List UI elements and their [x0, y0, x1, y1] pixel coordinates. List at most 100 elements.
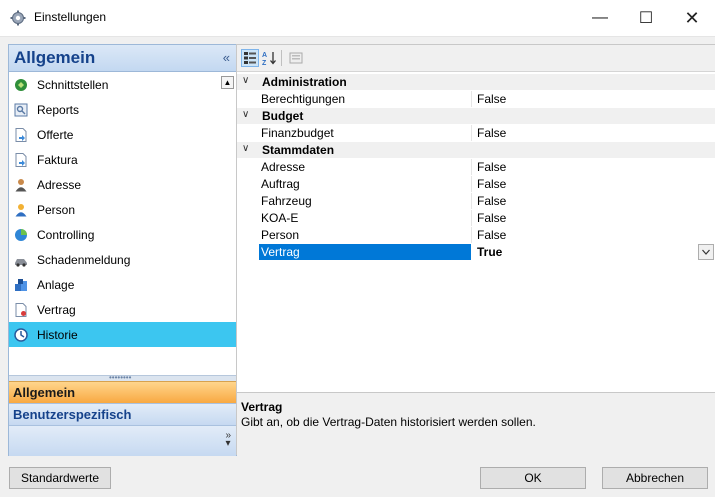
sidebar-item-label: Offerte	[37, 127, 74, 142]
property-name: KOA-E	[261, 211, 299, 225]
collapse-button[interactable]: «	[223, 50, 230, 65]
description-title: Vertrag	[241, 400, 283, 414]
sidebar-item-label: Anlage	[37, 277, 75, 292]
svg-text:A: A	[262, 52, 267, 59]
category-label: Administration	[262, 75, 347, 89]
chevron-down-icon[interactable]: ∨	[242, 109, 249, 120]
sidebar-item-label: Person	[37, 202, 76, 217]
property-name: Auftrag	[261, 177, 300, 191]
property-value[interactable]: False	[477, 211, 506, 225]
nav-item-list: Schnittstellen Reports Offerte Faktura A…	[9, 72, 236, 375]
gear-icon	[10, 10, 26, 26]
column-divider	[471, 91, 472, 107]
sidebar-item-reports[interactable]: Reports	[9, 97, 236, 122]
property-row-koa-e[interactable]: KOA-E False	[237, 210, 715, 226]
nav-footer: » ▾	[9, 425, 236, 456]
sidebar-item-schadenmeldung[interactable]: Schadenmeldung	[9, 247, 236, 272]
sidebar-item-label: Vertrag	[37, 302, 76, 317]
sidebar-item-label: Schnittstellen	[37, 77, 109, 92]
history-icon	[14, 327, 28, 342]
property-name: Berechtigungen	[261, 92, 346, 106]
asset-icon	[14, 278, 28, 292]
scroll-up-button[interactable]: ▲	[221, 76, 234, 89]
nav-button-benutzerspezifisch[interactable]: Benutzerspezifisch	[9, 403, 236, 425]
column-divider	[471, 210, 472, 226]
sidebar-item-controlling[interactable]: Controlling	[9, 222, 236, 247]
property-value[interactable]: False	[477, 92, 506, 106]
sidebar-item-label: Faktura	[37, 152, 78, 167]
category-label: Budget	[262, 109, 304, 123]
defaults-button[interactable]: Standardwerte	[9, 467, 111, 489]
property-value[interactable]: False	[477, 126, 506, 140]
category-budget[interactable]: ∨ Budget	[237, 108, 715, 124]
property-row-person[interactable]: Person False	[237, 227, 715, 243]
category-stammdaten[interactable]: ∨ Stammdaten	[237, 142, 715, 158]
sidebar-item-person[interactable]: Person	[9, 197, 236, 222]
column-divider	[471, 159, 472, 175]
property-row-berechtigungen[interactable]: Berechtigungen False	[237, 91, 715, 107]
property-name: Adresse	[261, 160, 306, 174]
category-label: Stammdaten	[262, 143, 335, 157]
categorized-view-icon[interactable]	[241, 49, 259, 67]
window-title: Einstellungen	[34, 10, 107, 24]
sidebar-item-label: Historie	[37, 327, 78, 342]
column-divider	[471, 125, 472, 141]
property-grid: ∨ Administration Berechtigungen False ∨ …	[237, 72, 715, 392]
sidebar-item-label: Adresse	[37, 177, 82, 192]
property-row-vertrag[interactable]: Vertrag True	[237, 244, 715, 260]
property-value[interactable]: False	[477, 194, 506, 208]
nav-button-allgemein[interactable]: Allgemein	[9, 381, 236, 403]
toolbar-separator	[281, 50, 282, 66]
property-row-fahrzeug[interactable]: Fahrzeug False	[237, 193, 715, 209]
sidebar-item-anlage[interactable]: Anlage	[9, 272, 236, 297]
property-name: Finanzbudget	[261, 126, 334, 140]
sidebar-item-schnittstellen[interactable]: Schnittstellen	[9, 72, 236, 97]
controlling-icon	[14, 228, 28, 242]
damage-icon	[14, 253, 28, 267]
property-row-auftrag[interactable]: Auftrag False	[237, 176, 715, 192]
dropdown-button[interactable]	[698, 244, 714, 260]
property-name: Person	[261, 228, 300, 242]
sidebar-item-label: Reports	[37, 102, 80, 117]
chevron-down-icon[interactable]: ∨	[242, 75, 249, 86]
property-grid-pane: AZ ∨ Administration Berechtigungen False…	[236, 44, 715, 456]
sidebar-item-label: Controlling	[37, 227, 95, 242]
sidebar-item-vertrag[interactable]: Vertrag	[9, 297, 236, 322]
report-icon	[14, 103, 28, 117]
property-name: Fahrzeug	[261, 194, 312, 208]
column-divider	[471, 176, 472, 192]
property-value[interactable]: False	[477, 160, 506, 174]
column-divider	[471, 227, 472, 243]
sidebar-item-adresse[interactable]: Adresse	[9, 172, 236, 197]
navigation-pane: Allgemein « Schnittstellen Reports Offer…	[8, 44, 237, 456]
description-panel: Vertrag Gibt an, ob die Vertrag-Daten hi…	[237, 392, 715, 456]
property-name: Vertrag	[261, 245, 300, 259]
contract-icon	[14, 302, 28, 317]
property-grid-toolbar: AZ	[237, 45, 715, 72]
sidebar-item-offerte[interactable]: Offerte	[9, 122, 236, 147]
property-value[interactable]: False	[477, 228, 506, 242]
address-icon	[14, 178, 28, 192]
close-button[interactable]: ✕	[670, 0, 714, 36]
sort-alphabetical-icon[interactable]: AZ	[261, 49, 279, 67]
ok-button[interactable]: OK	[480, 467, 586, 489]
sidebar-item-faktura[interactable]: Faktura	[9, 147, 236, 172]
category-administration[interactable]: ∨ Administration	[237, 74, 715, 90]
svg-text:Z: Z	[262, 60, 267, 66]
maximize-button[interactable]: ☐	[624, 0, 668, 36]
property-pages-icon[interactable]	[287, 49, 305, 67]
configure-buttons-icon[interactable]: » ▾	[225, 431, 231, 449]
property-value[interactable]: True	[477, 245, 502, 259]
person-icon	[14, 203, 28, 217]
column-divider	[471, 193, 472, 209]
minimize-button[interactable]: —	[578, 0, 622, 36]
chevron-down-icon[interactable]: ∨	[242, 143, 249, 154]
title-bar: Einstellungen — ☐ ✕	[0, 0, 715, 37]
nav-header-title: Allgemein	[14, 48, 96, 67]
property-value[interactable]: False	[477, 177, 506, 191]
sidebar-item-historie[interactable]: Historie	[9, 322, 236, 347]
cancel-button[interactable]: Abbrechen	[602, 467, 708, 489]
property-row-adresse[interactable]: Adresse False	[237, 159, 715, 175]
property-row-finanzbudget[interactable]: Finanzbudget False	[237, 125, 715, 141]
sidebar-item-label: Schadenmeldung	[37, 252, 131, 267]
